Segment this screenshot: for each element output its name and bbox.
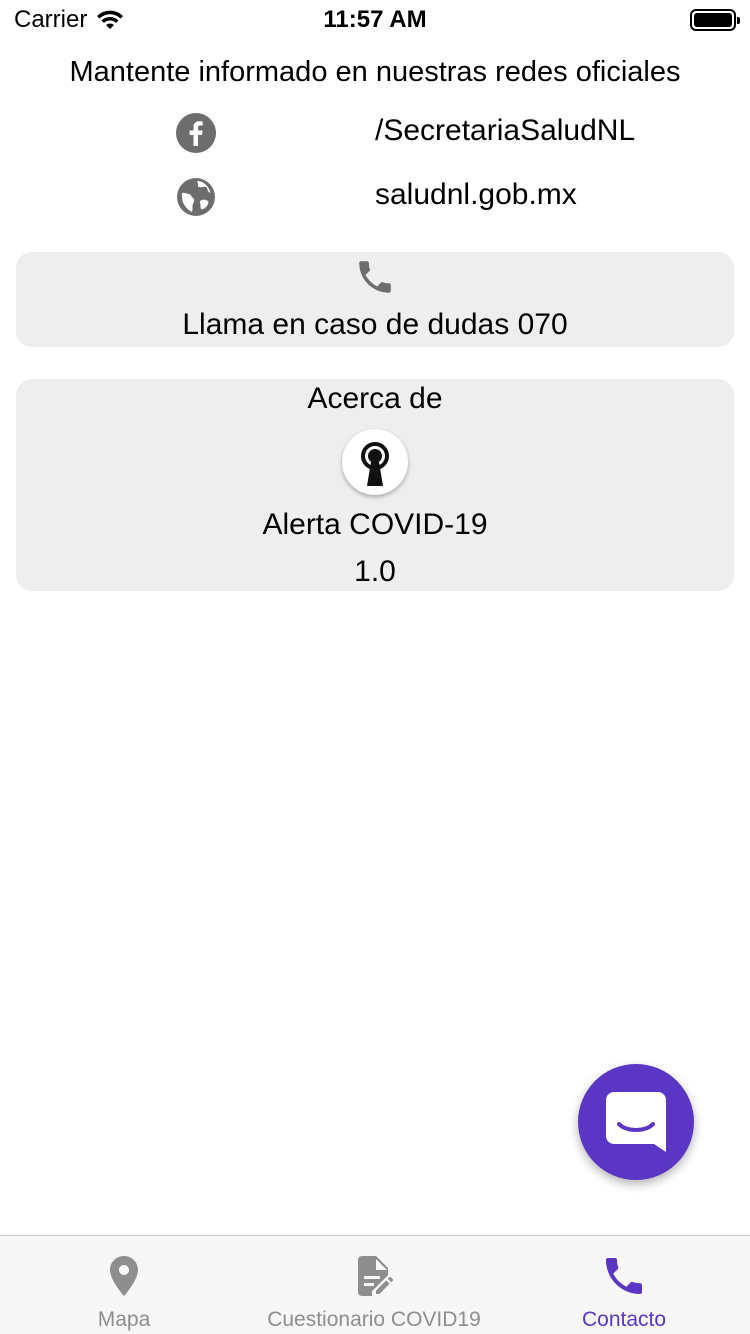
about-title: Acerca de	[307, 382, 443, 415]
app-version: 1.0	[354, 555, 396, 588]
tab-mapa-label: Mapa	[97, 1308, 151, 1331]
status-bar: Carrier 11:57 AM	[0, 0, 750, 40]
tab-mapa[interactable]: Mapa	[24, 1236, 224, 1334]
tab-contacto[interactable]: Contacto	[524, 1236, 724, 1334]
facebook-icon	[176, 113, 216, 153]
social-intro-text: Mantente informado en nuestras redes ofi…	[69, 56, 681, 88]
facebook-link[interactable]: /SecretariaSaludNL	[0, 108, 750, 158]
tab-cuestionario[interactable]: Cuestionario COVID19	[249, 1236, 499, 1334]
app-logo	[342, 429, 408, 495]
phone-icon	[359, 261, 391, 293]
tab-cuestionario-label: Cuestionario COVID19	[267, 1308, 481, 1331]
battery-icon	[690, 9, 740, 31]
chat-icon	[606, 1092, 666, 1152]
phone-icon	[606, 1258, 642, 1294]
facebook-handle: /SecretariaSaludNL	[375, 114, 636, 147]
globe-icon	[177, 178, 215, 216]
document-edit-icon	[358, 1256, 394, 1296]
website-url: saludnl.gob.mx	[375, 178, 577, 211]
chat-fab-button[interactable]	[578, 1064, 694, 1180]
clock: 11:57 AM	[323, 6, 427, 33]
call-card[interactable]: Llama en caso de dudas 070	[16, 252, 734, 347]
map-pin-icon	[110, 1256, 138, 1296]
app-logo-icon	[361, 442, 389, 486]
call-label: Llama en caso de dudas 070	[182, 308, 568, 341]
about-card: Acerca de Alerta COVID-19 1.0	[16, 379, 734, 591]
tab-bar: Mapa Cuestionario COVID19 Contacto	[0, 1235, 750, 1334]
website-link[interactable]: saludnl.gob.mx	[0, 172, 750, 222]
tab-contacto-label: Contacto	[581, 1308, 667, 1331]
app-name: Alerta COVID-19	[262, 508, 488, 541]
